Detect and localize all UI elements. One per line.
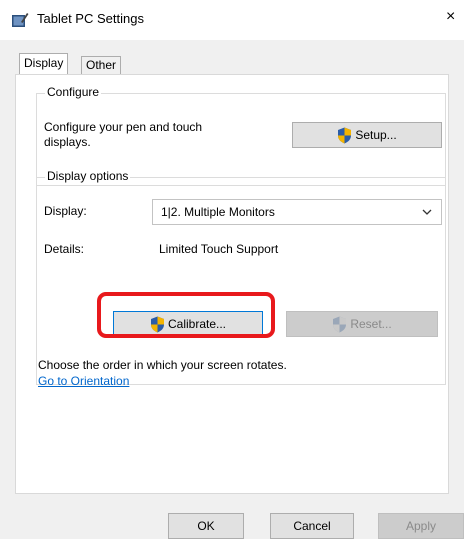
calibrate-highlight-annotation: [97, 292, 275, 338]
tab-display[interactable]: Display: [19, 53, 69, 74]
orientation-text: Choose the order in which your screen ro…: [38, 358, 287, 372]
display-options-group-label: Display options: [45, 169, 131, 183]
window-title: Tablet PC Settings: [37, 11, 144, 26]
close-icon[interactable]: ×: [446, 8, 455, 26]
details-value: Limited Touch Support: [159, 242, 279, 256]
orientation-link[interactable]: Go to Orientation: [38, 374, 129, 388]
display-select-value: 1|2. Multiple Monitors: [161, 205, 275, 219]
chevron-down-icon: [422, 209, 432, 215]
setup-button-label: Setup...: [355, 128, 397, 142]
apply-button[interactable]: Apply: [378, 513, 464, 539]
ok-button-label: OK: [197, 519, 215, 533]
uac-shield-icon: [333, 316, 347, 332]
title-bar: Tablet PC Settings ×: [0, 0, 464, 40]
ok-button[interactable]: OK: [168, 513, 244, 539]
tab-panel-display: Configure Configure your pen and touch d…: [15, 74, 449, 494]
reset-button[interactable]: Reset...: [286, 311, 438, 337]
configure-group-label: Configure: [45, 85, 102, 99]
tab-other-label: Other: [86, 58, 117, 72]
tab-display-label: Display: [24, 56, 64, 70]
details-label: Details:: [44, 242, 85, 256]
setup-button[interactable]: Setup...: [292, 122, 442, 148]
cancel-button[interactable]: Cancel: [270, 513, 354, 539]
display-label: Display:: [44, 204, 87, 218]
uac-shield-icon: [338, 127, 352, 143]
display-select[interactable]: 1|2. Multiple Monitors: [152, 199, 442, 225]
tablet-pen-icon: [12, 13, 29, 27]
configure-description: Configure your pen and touch displays.: [44, 120, 203, 149]
cancel-button-label: Cancel: [293, 519, 331, 533]
reset-button-label: Reset...: [350, 317, 392, 331]
dialog-body: Display Other Configure Configure your p…: [0, 40, 464, 539]
apply-button-label: Apply: [405, 519, 437, 533]
tab-other[interactable]: Other: [81, 56, 122, 75]
